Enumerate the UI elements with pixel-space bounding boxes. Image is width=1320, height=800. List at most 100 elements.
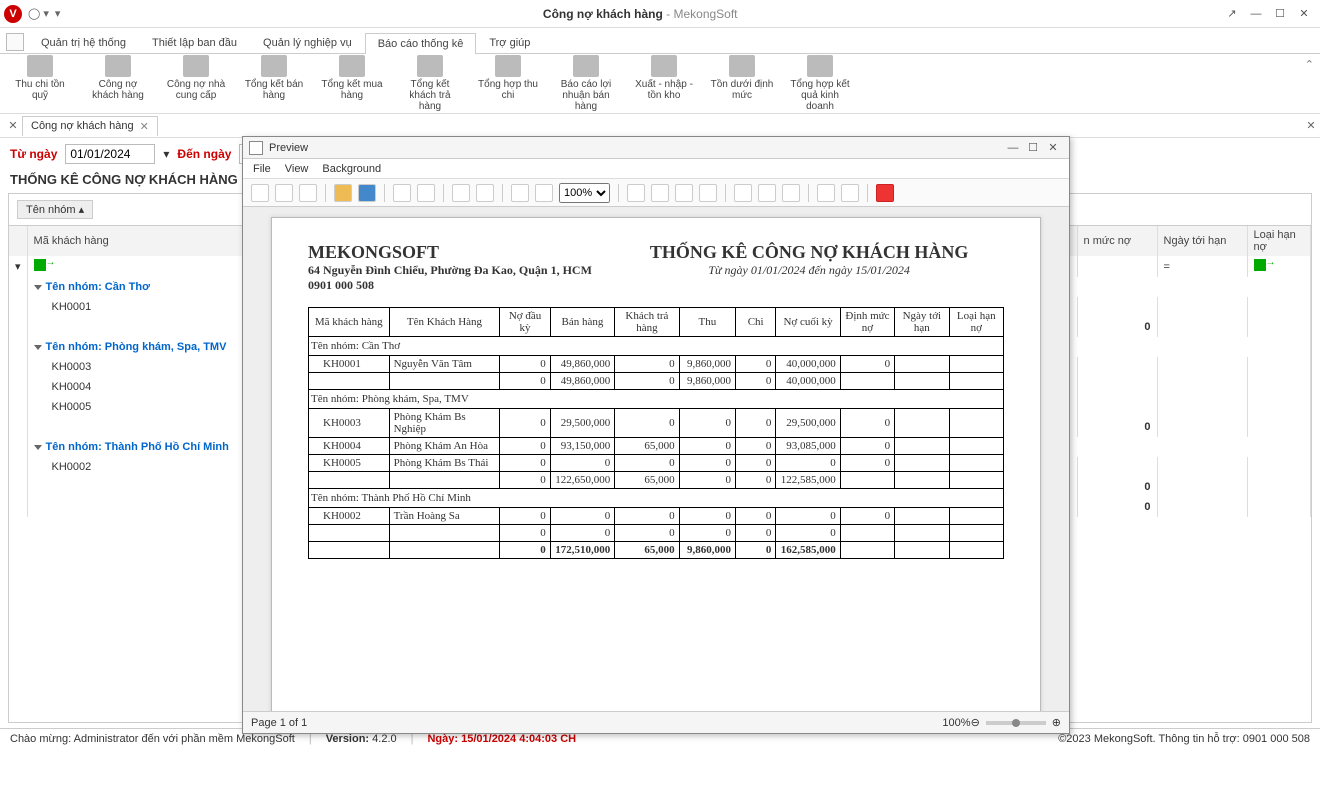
menu-tab[interactable]: Báo cáo thống kê <box>365 33 477 54</box>
ribbon-icon <box>573 55 599 77</box>
cell-code[interactable]: KH0003 <box>27 357 247 377</box>
ribbon-label: Tổng kết mua hàng <box>320 79 384 101</box>
from-date-dropdown-icon[interactable]: ▾ <box>163 147 169 161</box>
preview-menu-view[interactable]: View <box>285 163 309 175</box>
report-company: MEKONGSOFT <box>308 242 614 263</box>
from-date-input[interactable] <box>65 144 155 164</box>
cell-code[interactable]: KH0001 <box>27 297 247 317</box>
toolbar-bookmarks-icon[interactable] <box>299 184 317 202</box>
menu-tab[interactable]: Trợ giúp <box>476 32 543 53</box>
toolbar-email-icon[interactable] <box>841 184 859 202</box>
menu-tab[interactable]: Quản lý nghiệp vụ <box>250 32 365 53</box>
doc-tab[interactable]: Công nợ khách hàng ✕ <box>22 116 158 136</box>
cell-code[interactable]: KH0004 <box>27 377 247 397</box>
ribbon-label: Tổng kết khách trả hàng <box>398 79 462 112</box>
ribbon-item[interactable]: Công nợ khách hàng <box>86 55 150 112</box>
filter-makh[interactable] <box>27 256 247 277</box>
col-loai[interactable]: Loại hạn nợ <box>1247 226 1310 256</box>
preview-zoomin-button[interactable]: ⊕ <box>1052 716 1061 729</box>
toolbar-pagesetup-icon[interactable] <box>452 184 470 202</box>
ribbon-item[interactable]: Thu chi tồn quỹ <box>8 55 72 112</box>
col-mucno[interactable]: n mức nợ <box>1077 226 1157 256</box>
ribbon-label: Báo cáo lợi nhuận bán hàng <box>554 79 618 112</box>
toolbar-multipage-icon[interactable] <box>734 184 752 202</box>
ribbon-item[interactable]: Tổng hợp kết quả kinh doanh <box>788 55 852 112</box>
doc-tab-close-icon[interactable]: ✕ <box>140 120 149 133</box>
toolbar-last-icon[interactable] <box>699 184 717 202</box>
toolbar-watermark-icon[interactable] <box>782 184 800 202</box>
doc-tabs-close-icon[interactable]: ✕ <box>1302 119 1320 132</box>
toolbar-export-icon[interactable] <box>817 184 835 202</box>
toolbar-zoomin-icon[interactable] <box>535 184 553 202</box>
group-chip[interactable]: Tên nhóm ▴ <box>17 200 93 219</box>
preview-minimize-icon[interactable]: — <box>1003 142 1023 154</box>
help-icon[interactable]: ↗ <box>1220 7 1244 20</box>
ribbon-collapse-icon[interactable]: ⌃ <box>1305 58 1314 71</box>
ribbon-item[interactable]: Báo cáo lợi nhuận bán hàng <box>554 55 618 112</box>
file-menu-icon[interactable] <box>6 33 24 51</box>
toolbar-search-icon[interactable] <box>275 184 293 202</box>
ribbon-item[interactable]: Tổng kết bán hàng <box>242 55 306 112</box>
toolbar-color-icon[interactable] <box>758 184 776 202</box>
preview-zoomout-button[interactable]: ⊖ <box>971 716 980 729</box>
menu-tab[interactable]: Quản trị hệ thống <box>28 32 139 53</box>
maximize-icon[interactable]: ☐ <box>1268 7 1292 20</box>
report-col: Khách trả hàng <box>615 308 679 337</box>
toolbar-next-icon[interactable] <box>675 184 693 202</box>
report-title: THỐNG KÊ CÔNG NỢ KHÁCH HÀNG <box>614 242 1004 263</box>
toolbar-prev-icon[interactable] <box>651 184 669 202</box>
report-subtitle: Từ ngày 01/01/2024 đến ngày 15/01/2024 <box>614 263 1004 278</box>
ribbon-item[interactable]: Xuất - nhập - tồn kho <box>632 55 696 112</box>
ribbon-item[interactable]: Tổng kết mua hàng <box>320 55 384 112</box>
ribbon-icon <box>495 55 521 77</box>
group-sum: 0 <box>1077 477 1157 497</box>
report-col: Chi <box>736 308 776 337</box>
toolbar-save-icon[interactable] <box>358 184 376 202</box>
toolbar-zoom-select[interactable]: 100% <box>559 183 610 203</box>
col-ngay[interactable]: Ngày tới hạn <box>1157 226 1247 256</box>
grand-sum: 0 <box>1077 497 1157 517</box>
col-makh[interactable]: Mã khách hàng <box>27 226 247 256</box>
doc-close-all-icon[interactable]: ✕ <box>4 119 22 132</box>
report-col: Bán hàng <box>550 308 614 337</box>
ribbon-icon <box>105 55 131 77</box>
filter-loai[interactable] <box>1247 256 1310 277</box>
status-welcome: Chào mừng: Administrator đến với phần mề… <box>10 733 295 745</box>
report-group: Tên nhóm: Thành Phố Hồ Chí Minh <box>309 489 1004 508</box>
toolbar-first-icon[interactable] <box>627 184 645 202</box>
qat-dropdown-icon[interactable]: ◯ ▾ <box>28 7 49 20</box>
filter-ngay[interactable]: = <box>1157 256 1247 277</box>
toolbar-quickprint-icon[interactable] <box>417 184 435 202</box>
preview-close-icon[interactable]: ✕ <box>1043 141 1063 154</box>
ribbon-item[interactable]: Tồn dưới định mức <box>710 55 774 112</box>
preview-body[interactable]: MEKONGSOFT 64 Nguyễn Đình Chiểu, Phường … <box>243 207 1069 711</box>
window-title: Công nợ khách hàng <box>543 7 663 21</box>
toolbar-print-icon[interactable] <box>393 184 411 202</box>
toolbar-thumb-icon[interactable] <box>251 184 269 202</box>
ribbon-icon <box>339 55 365 77</box>
minimize-icon[interactable]: — <box>1244 8 1268 20</box>
ribbon-icon <box>651 55 677 77</box>
toolbar-scale-icon[interactable] <box>476 184 494 202</box>
toolbar-zoomout-icon[interactable] <box>511 184 529 202</box>
preview-menu-file[interactable]: File <box>253 163 271 175</box>
ribbon-item[interactable]: Công nợ nhà cung cấp <box>164 55 228 112</box>
status-version-label: Version: <box>326 733 369 745</box>
report-col: Ngày tới hạn <box>895 308 949 337</box>
ribbon-label: Công nợ nhà cung cấp <box>164 79 228 101</box>
preview-zoom-slider[interactable] <box>986 721 1046 725</box>
ribbon-item[interactable]: Tổng kết khách trả hàng <box>398 55 462 112</box>
preview-titlebar: Preview — ☐ ✕ <box>243 137 1069 159</box>
toolbar-closedoc-icon[interactable] <box>876 184 894 202</box>
menu-tab[interactable]: Thiết lập ban đầu <box>139 32 250 53</box>
toolbar-open-icon[interactable] <box>334 184 352 202</box>
cell-code[interactable]: KH0005 <box>27 397 247 417</box>
ribbon-item[interactable]: Tổng hợp thu chi <box>476 55 540 112</box>
preview-maximize-icon[interactable]: ☐ <box>1023 141 1043 154</box>
close-icon[interactable]: ✕ <box>1292 7 1316 20</box>
ribbon-label: Tổng kết bán hàng <box>242 79 306 101</box>
filter-toggle-icon[interactable]: ▾ <box>9 256 27 277</box>
preview-menu-background[interactable]: Background <box>322 163 381 175</box>
cell-code[interactable]: KH0002 <box>27 457 247 477</box>
ribbon-label: Tồn dưới định mức <box>710 79 774 101</box>
